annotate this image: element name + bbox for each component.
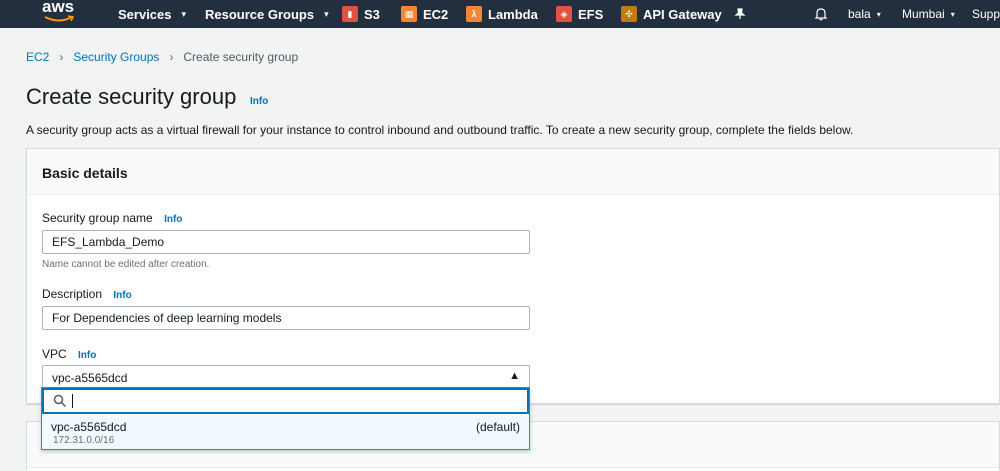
shortcut-label: API Gateway [643,6,722,22]
api-gateway-icon: ✣ [621,6,637,22]
shortcut-label: EFS [578,6,604,22]
chevron-right-icon: › [59,50,64,64]
aws-logo[interactable]: aws [42,0,78,25]
support-label: Support [972,7,1000,21]
top-navigation-bar: aws Services ▾ Resource Groups ▾ ▮ S3 ▦ … [0,0,1000,28]
basic-details-panel: Basic details Security group name Info E… [26,148,1000,404]
lambda-icon: λ [466,6,482,22]
bell-icon [814,8,828,21]
security-group-name-input[interactable]: EFS_Lambda_Demo [42,230,530,254]
panel-header: Basic details [27,149,999,195]
region-label: Mumbai [902,7,945,21]
vpc-option-cidr: 172.31.0.0/16 [53,435,115,446]
caret-up-icon: ▲ [509,370,520,382]
text-cursor [72,394,73,408]
field-label-text: Security group name [42,211,153,225]
description-info-link[interactable]: Info [113,290,131,301]
vpc-selected-value: vpc-a5565dcd [52,371,128,385]
search-icon [53,394,67,408]
page-description: A security group acts as a virtual firew… [26,123,854,137]
chevron-down-icon: ▾ [876,9,881,19]
shortcut-label: S3 [364,6,380,22]
aws-smile-icon [44,15,74,22]
field-label-text: VPC [42,347,67,361]
pushpin-icon [734,8,746,19]
s3-icon: ▮ [342,6,358,22]
description-label: Description Info [42,287,132,301]
field-label-text: Description [42,287,103,301]
notifications-button[interactable] [814,0,828,28]
shortcut-efs[interactable]: ◈ EFS [556,0,603,28]
ec2-icon: ▦ [401,6,417,22]
support-menu[interactable]: Support [972,0,1000,28]
vpc-dropdown: vpc-a5565dcd 172.31.0.0/16 (default) [41,387,530,450]
vpc-search-input[interactable] [42,388,529,414]
title-info-link[interactable]: Info [250,96,268,107]
efs-icon: ◈ [556,6,572,22]
vpc-option-default-tag: (default) [475,420,520,434]
region-menu[interactable]: Mumbai ▾ [902,0,955,28]
security-group-name-label: Security group name Info [42,211,182,225]
vpc-label: VPC Info [42,347,96,361]
vpc-option-name: vpc-a5565dcd [51,420,127,434]
shortcut-s3[interactable]: ▮ S3 [342,0,380,28]
username-label: bala [848,7,871,21]
page-title: Create security group [26,84,237,109]
name-hint: Name cannot be edited after creation. [42,259,210,270]
vpc-option[interactable]: vpc-a5565dcd 172.31.0.0/16 (default) [42,415,529,449]
services-menu[interactable]: Services ▾ [118,0,186,28]
resource-groups-label: Resource Groups [205,6,315,22]
name-info-link[interactable]: Info [164,214,182,225]
shortcut-ec2[interactable]: ▦ EC2 [401,0,448,28]
chevron-right-icon: › [169,50,174,64]
shortcut-lambda[interactable]: λ Lambda [466,0,538,28]
pin-icon[interactable] [734,0,746,28]
breadcrumb-current: Create security group [183,50,299,64]
vpc-info-link[interactable]: Info [78,350,96,361]
shortcut-api-gateway[interactable]: ✣ API Gateway [621,0,722,28]
account-menu[interactable]: bala ▾ [848,0,881,28]
breadcrumb-ec2[interactable]: EC2 [26,50,49,64]
chevron-down-icon: ▾ [950,9,955,19]
breadcrumb: EC2 › Security Groups › Create security … [26,50,298,64]
chevron-down-icon: ▾ [324,8,329,19]
breadcrumb-security-groups[interactable]: Security Groups [73,50,159,64]
services-label: Services [118,6,172,22]
resource-groups-menu[interactable]: Resource Groups ▾ [205,0,329,28]
shortcut-label: Lambda [488,6,538,22]
description-input[interactable]: For Dependencies of deep learning models [42,306,530,330]
chevron-down-icon: ▾ [181,8,187,19]
shortcut-label: EC2 [423,6,449,22]
